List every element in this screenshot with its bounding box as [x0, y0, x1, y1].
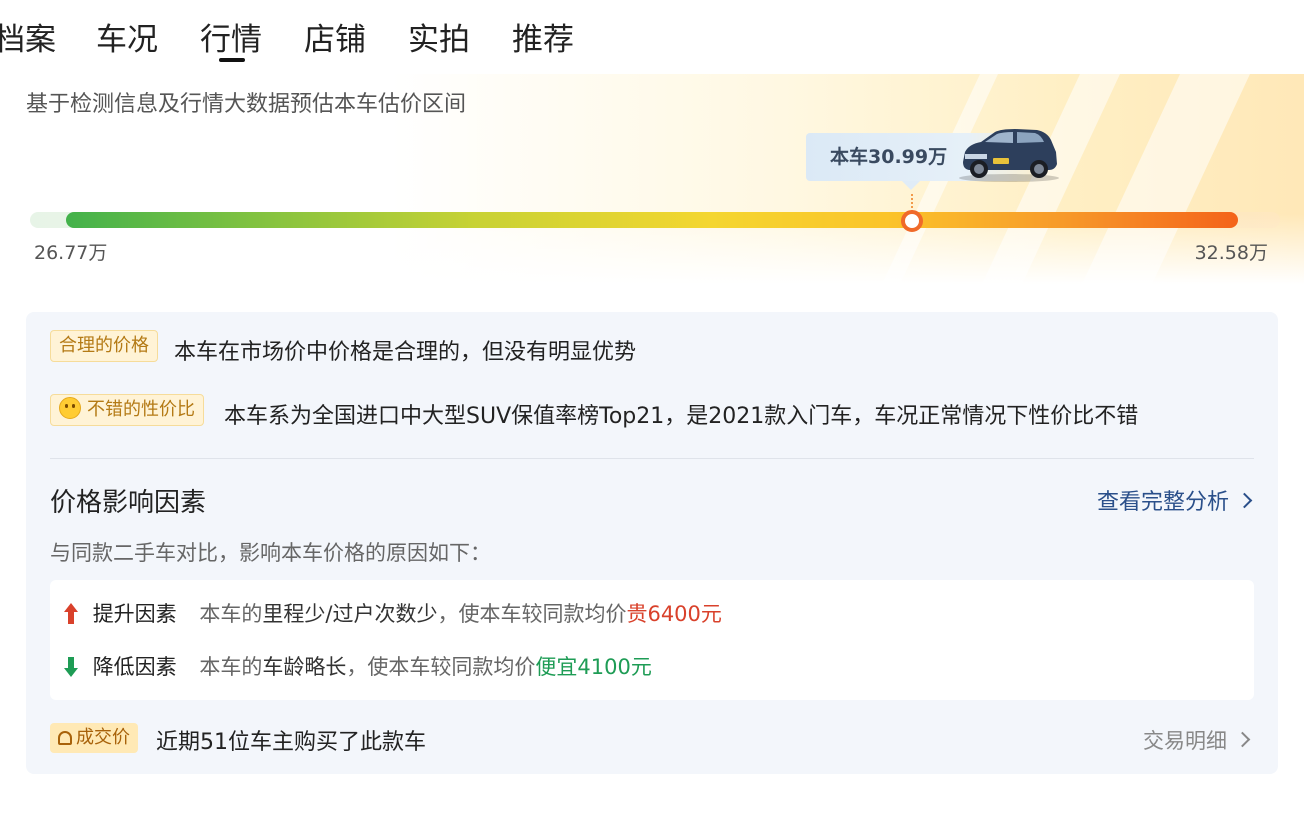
tab-condition[interactable]: 车况: [96, 14, 158, 59]
chevron-right-icon: [1234, 731, 1251, 748]
factors-subtitle: 与同款二手车对比，影响本车价格的原因如下：: [50, 541, 491, 565]
factor-down-row: 降低因素 本车的车龄略长，使本车较同款均价便宜4100元: [64, 651, 652, 681]
factor-down-result: 便宜4100元: [535, 655, 652, 679]
price-analysis-card: 合理的价格 本车在市场价中价格是合理的，但没有明显优势 不错的性价比 本车系为全…: [26, 312, 1278, 774]
factor-up-prefix: 本车的: [199, 602, 263, 626]
range-min-label: 26.77万: [34, 242, 108, 264]
trade-details-link[interactable]: 交易明细: [1143, 725, 1251, 755]
value-badge: 不错的性价比: [50, 394, 204, 426]
factors-title: 价格影响因素: [50, 488, 207, 518]
divider: [50, 458, 1254, 459]
deal-price-badge-label: 成交价: [76, 727, 130, 748]
car-image: [959, 129, 1059, 182]
value-badge-label: 不错的性价比: [87, 399, 195, 420]
factor-down-label: 降低因素: [92, 655, 177, 679]
estimate-subtitle: 基于检测信息及行情大数据预估本车估价区间: [26, 92, 467, 117]
arrow-down-icon: [64, 656, 78, 678]
deal-text: 近期51位车主购买了此款车: [156, 730, 426, 755]
car-price-label: 本车30.99万: [830, 146, 948, 168]
deal-icon: [58, 731, 72, 745]
arrow-up-icon: [64, 603, 78, 625]
deal-price-badge: 成交价: [50, 723, 138, 753]
factor-up-middle: ，使本车较同款均价: [437, 602, 627, 626]
factor-up-highlight: 里程少/过户次数少: [262, 602, 438, 626]
price-tag-pointer: [902, 181, 920, 190]
factors-list: 提升因素 本车的里程少/过户次数少，使本车较同款均价贵6400元 降低因素 本车…: [50, 580, 1254, 700]
factor-up-result: 贵6400元: [626, 602, 722, 626]
range-max-label: 32.58万: [1194, 242, 1268, 264]
factor-up-label: 提升因素: [92, 602, 177, 626]
reasonable-price-badge: 合理的价格: [50, 330, 158, 362]
value-text: 本车系为全国进口中大型SUV保值率榜Top21，是2021款入门车，车况正常情况…: [224, 404, 1139, 429]
tab-market[interactable]: 行情: [200, 14, 262, 59]
trade-details-link-label: 交易明细: [1143, 729, 1227, 753]
full-analysis-link[interactable]: 查看完整分析: [1096, 484, 1253, 516]
factor-down-middle: ，使本车较同款均价: [346, 655, 536, 679]
smiley-icon: [59, 397, 81, 419]
full-analysis-link-label: 查看完整分析: [1096, 490, 1229, 515]
price-range-bar: [66, 212, 1238, 228]
reasonable-price-text: 本车在市场价中价格是合理的，但没有明显优势: [174, 340, 637, 365]
tab-store[interactable]: 店铺: [304, 14, 366, 59]
chevron-right-icon: [1236, 492, 1253, 509]
tab-archive[interactable]: 档案: [0, 14, 56, 59]
tab-photos[interactable]: 实拍: [408, 14, 470, 59]
factor-down-highlight: 车龄略长: [262, 655, 347, 679]
factor-down-prefix: 本车的: [199, 655, 263, 679]
price-marker-dot: [901, 210, 923, 232]
active-tab-indicator: [219, 58, 245, 62]
factor-up-row: 提升因素 本车的里程少/过户次数少，使本车较同款均价贵6400元: [64, 598, 722, 628]
reasonable-price-badge-label: 合理的价格: [59, 335, 149, 356]
tab-recommend[interactable]: 推荐: [512, 14, 574, 59]
